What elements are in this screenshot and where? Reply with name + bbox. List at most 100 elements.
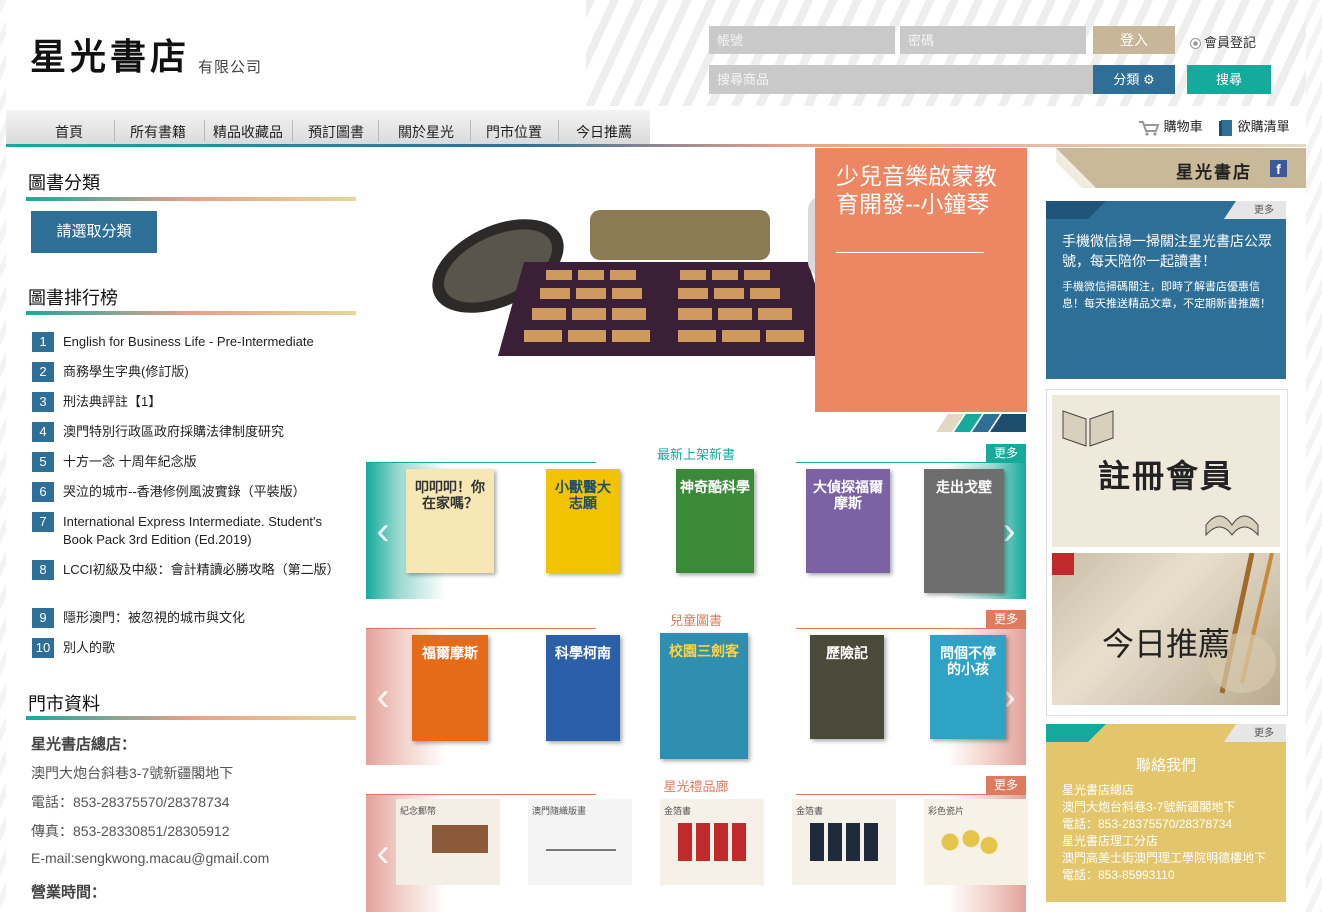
search-input[interactable] <box>709 65 1093 94</box>
nav-store-location[interactable]: 門市位置 <box>472 110 556 146</box>
password-input[interactable] <box>900 26 1086 54</box>
gift-item[interactable]: 澳門隨織版畫 <box>528 799 632 885</box>
page: 星光書店 有限公司 登入 會員登記 分類 ⚙ 搜尋 首頁 所有書籍 精品收藏品 … <box>6 0 1306 912</box>
store-email[interactable]: E-mail:sengkwong.macau@gmail.com <box>31 850 269 866</box>
shelf-title: 最新上架新書 <box>596 444 796 463</box>
book-cover[interactable]: 福爾摩斯 <box>412 635 488 741</box>
rank-title[interactable]: English for Business Life - Pre-Intermed… <box>63 333 343 351</box>
nav-all-books[interactable]: 所有書籍 <box>118 110 198 146</box>
rank-number: 5 <box>32 452 54 472</box>
login-button[interactable]: 登入 <box>1093 26 1175 54</box>
register-member-banner[interactable]: 註冊會員 <box>1052 395 1280 547</box>
book-title: 走出戈壁 <box>936 479 992 495</box>
gifts-carousel: ‹ 紀念郵幣 澳門隨織版畫 金箔書 金箔書 彩色瓷片 <box>366 795 1028 912</box>
gift-item[interactable]: 金箔書 <box>792 799 896 885</box>
rank-number: 4 <box>32 422 54 442</box>
book-cover[interactable]: 叩叩叩！你在家嗎？ <box>406 469 494 573</box>
gift-label: 彩色瓷片 <box>928 806 965 816</box>
rank-number: 7 <box>32 512 54 532</box>
gift-label: 紀念郵幣 <box>400 806 437 816</box>
book-cover[interactable]: 神奇酷科學 <box>676 469 754 573</box>
nav-collectibles[interactable]: 精品收藏品 <box>206 110 290 146</box>
carousel-prev-icon[interactable]: ‹ <box>370 629 396 765</box>
book-cover[interactable]: 歷險記 <box>810 635 884 739</box>
nav-divider <box>114 120 115 142</box>
radio-icon[interactable] <box>1190 38 1201 50</box>
register-label: 會員登記 <box>1204 35 1257 50</box>
gift-label: 金箔書 <box>796 806 824 816</box>
today-pick-banner[interactable]: 今日推薦 <box>1052 553 1280 705</box>
nav-underline <box>6 144 1306 147</box>
banner-title[interactable]: 少兒音樂啟蒙教育開發--小鐘琴 <box>836 162 1006 218</box>
gift-image <box>810 823 880 861</box>
book-title: 科學柯南 <box>555 645 611 661</box>
rank-title[interactable]: 十方一念 十周年紀念版 <box>63 453 343 471</box>
more-link[interactable]: 更多 <box>1244 203 1284 219</box>
rank-title[interactable]: 澳門特別行政區政府採購法律制度研究 <box>63 423 343 441</box>
book-cover[interactable]: 科學柯南 <box>546 635 620 741</box>
book-icon <box>1219 119 1232 136</box>
nav-divider <box>204 120 205 142</box>
carousel-prev-icon[interactable]: ‹ <box>370 463 396 599</box>
nav-divider <box>470 120 471 142</box>
choose-category-button[interactable]: 請選取分類 <box>31 211 157 253</box>
book-cover[interactable]: 問個不停的小孩 <box>930 635 1006 739</box>
categories-title: 圖書分類 <box>28 173 100 193</box>
right-logo: 星光書店 <box>1176 163 1252 183</box>
contact-line: 澳門大炮台斜巷3-7號新疆閣地下 <box>1062 800 1236 814</box>
contact-line: 電話：853-28375570/28378734 <box>1062 817 1233 831</box>
new-books-carousel: ‹ › 叩叩叩！你在家嗎？ 小獸醫大志願 神奇酷科學 大偵探福爾摩斯 走出戈壁 <box>366 463 1026 599</box>
section-divider <box>26 716 356 720</box>
cart-link[interactable]: 購物車 <box>1138 116 1203 136</box>
nav-divider <box>558 120 559 142</box>
book-cover[interactable]: 走出戈壁 <box>924 469 1004 593</box>
gift-item[interactable]: 金箔書 <box>660 799 764 885</box>
site-logo[interactable]: 星光書店 <box>30 28 190 80</box>
facebook-icon[interactable]: f <box>1270 160 1287 177</box>
rank-title[interactable]: 隱形澳門：被忽視的城市與文化 <box>63 609 343 627</box>
account-input[interactable] <box>709 26 895 54</box>
nav-about[interactable]: 關於星光 <box>384 110 468 146</box>
rank-title[interactable]: 商務學生字典(修訂版) <box>63 363 343 381</box>
contact-title: 聯絡我們 <box>1135 757 1196 774</box>
search-button[interactable]: 搜尋 <box>1187 65 1271 94</box>
rank-title[interactable]: LCCI初級及中級：會計精讀必勝攻略（第二版） <box>63 561 343 579</box>
category-button[interactable]: 分類 ⚙ <box>1093 65 1175 94</box>
gift-item[interactable]: 紀念郵幣 <box>396 799 500 885</box>
register-banner-text[interactable]: 註冊會員 <box>1052 451 1280 497</box>
rank-title[interactable]: 刑法典評註【1】 <box>63 393 343 411</box>
open-book-icon <box>1205 515 1259 537</box>
more-link[interactable]: 更多 <box>986 776 1026 794</box>
cart-icon <box>1139 120 1160 136</box>
book-cover[interactable]: 校園三劍客 <box>660 633 748 759</box>
nav-home[interactable]: 首頁 <box>34 110 104 146</box>
more-link[interactable]: 更多 <box>1244 726 1284 742</box>
carousel-prev-icon[interactable]: ‹ <box>370 795 396 912</box>
section-divider <box>26 197 356 201</box>
book-cover[interactable]: 小獸醫大志願 <box>546 469 620 573</box>
nav-preorder[interactable]: 預訂圖書 <box>296 110 376 146</box>
rank-number: 2 <box>32 362 54 382</box>
glockenspiel-image <box>432 196 868 356</box>
store-phone: 電話：853-28375570/28378734 <box>31 794 230 810</box>
book-cover[interactable]: 大偵探福爾摩斯 <box>806 469 890 573</box>
wechat-box: 更多 手機微信掃一掃關注星光書店公眾號，每天陪你一起讀書！ 手機微信掃碼關注，即… <box>1046 201 1286 379</box>
rank-title[interactable]: 別人的歌 <box>63 639 343 657</box>
gift-image <box>678 823 748 861</box>
today-pick-text[interactable]: 今日推薦 <box>1102 619 1230 665</box>
nav-today-pick[interactable]: 今日推薦 <box>562 110 646 146</box>
more-link[interactable]: 更多 <box>986 444 1026 462</box>
more-link[interactable]: 更多 <box>986 610 1026 628</box>
store-fax: 傳真：853-28330851/28305912 <box>31 823 230 839</box>
wishlist-link[interactable]: 欲購清單 <box>1218 116 1290 137</box>
rank-number: 6 <box>32 482 54 502</box>
gift-item[interactable]: 彩色瓷片 <box>924 799 1028 885</box>
nav-divider <box>292 120 293 142</box>
register-option[interactable]: 會員登記 <box>1190 32 1256 51</box>
section-divider <box>26 311 356 315</box>
gift-image <box>546 829 616 851</box>
rank-title[interactable]: International Express Intermediate. Stud… <box>63 513 343 549</box>
contact-line: 電話：853-85993110 <box>1062 868 1175 882</box>
rank-title[interactable]: 哭泣的城市--香港修例風波實錄（平裝版） <box>63 483 343 501</box>
book-title: 福爾摩斯 <box>422 645 478 661</box>
